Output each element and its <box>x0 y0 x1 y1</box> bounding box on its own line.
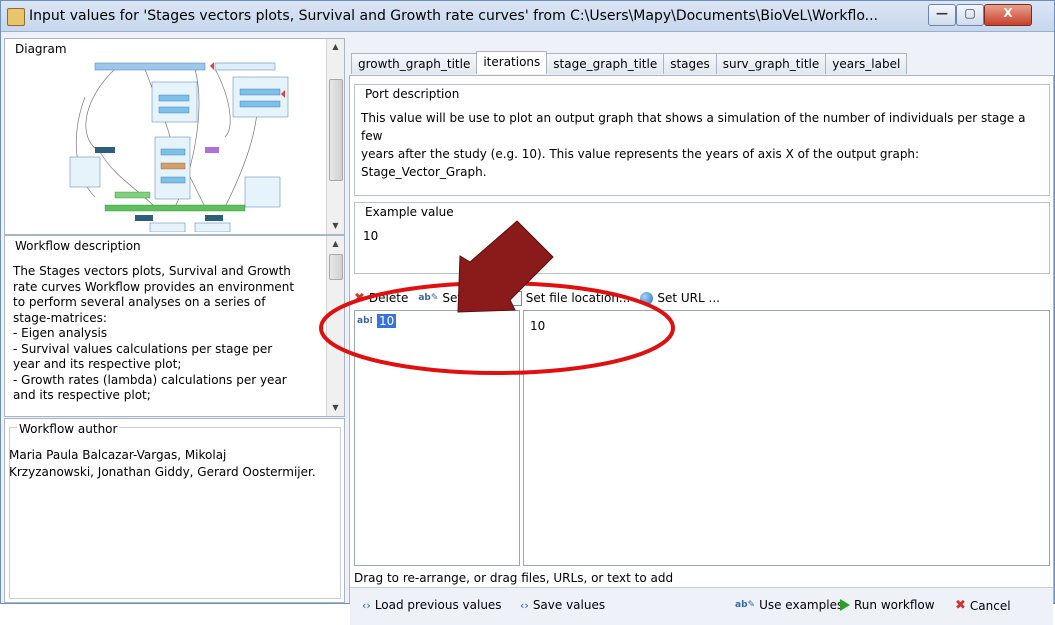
scroll-thumb[interactable] <box>329 254 343 280</box>
scroll-down-icon[interactable]: ▼ <box>327 218 344 234</box>
diagram-title: Diagram <box>13 42 69 56</box>
preview-value: 10 <box>530 319 546 333</box>
scroll-thumb[interactable] <box>329 79 343 181</box>
port-line: years after the study (e.g. 10). This va… <box>361 147 920 179</box>
globe-icon <box>640 291 654 305</box>
save-values-button[interactable]: ‹› Save values <box>520 598 605 612</box>
main-window: Input values for 'Stages vectors plots, … <box>0 0 1055 625</box>
minimize-button[interactable]: — <box>928 4 956 26</box>
scroll-down-icon[interactable]: ▼ <box>327 400 344 416</box>
run-workflow-label: Run workflow <box>854 598 935 612</box>
title-bar: Input values for 'Stages vectors plots, … <box>1 1 1054 32</box>
description-line: rate curves Workflow provides an environ… <box>13 279 295 294</box>
port-tabs: growth_graph_title iterations stage_grap… <box>351 51 908 75</box>
right-column: growth_graph_title iterations stage_grap… <box>349 51 1054 625</box>
set-value-button[interactable]: ab✎ Set value <box>418 291 498 305</box>
workflow-author-text: Maria Paula Balcazar-Vargas, Mikolaj Krz… <box>9 447 339 481</box>
set-url-button[interactable]: Set URL ... <box>640 291 720 305</box>
drag-hint: Drag to re-arrange, or drag files, URLs,… <box>354 571 674 585</box>
port-description-text: This value will be use to plot an output… <box>361 109 1045 181</box>
example-value-box: Example value 10 <box>354 202 1050 274</box>
set-file-location-button[interactable]: Set file location... <box>508 290 631 306</box>
diagram-panel: Diagram ▲ ▼ <box>4 38 345 235</box>
delete-label: Delete <box>368 291 409 305</box>
tab-years-label[interactable]: years_label <box>825 53 908 74</box>
set-url-label: Set URL ... <box>657 291 720 305</box>
delete-icon: ✖ <box>354 290 365 306</box>
app-icon <box>7 8 25 26</box>
tab-surv-graph-title[interactable]: surv_graph_title <box>715 53 827 74</box>
maximize-button[interactable]: ▢ <box>956 4 984 26</box>
workflow-author-panel: Workflow author Maria Paula Balcazar-Var… <box>4 418 345 603</box>
description-line: - Eigen analysis <box>13 326 108 340</box>
run-workflow-button[interactable]: Run workflow <box>840 598 935 612</box>
description-line: year and its respective plot; <box>13 357 182 371</box>
scroll-up-icon[interactable]: ▲ <box>327 39 344 55</box>
close-icon: X <box>1003 6 1013 20</box>
diagram-scrollbar[interactable]: ▲ ▼ <box>326 39 344 234</box>
tab-content: Port description This value will be use … <box>349 75 1054 625</box>
workflow-author-title: Workflow author <box>17 422 120 436</box>
save-values-label: Save values <box>532 598 606 612</box>
scroll-up-icon[interactable]: ▲ <box>327 236 344 252</box>
cancel-icon: ✖ <box>955 598 966 613</box>
author-line: Krzyzanowski, Jonathan Giddy, Gerard Oos… <box>9 465 316 479</box>
port-description-title: Port description <box>363 87 462 101</box>
file-icon <box>508 290 522 306</box>
example-value: 10 <box>363 229 379 243</box>
example-value-title: Example value <box>363 205 456 219</box>
tab-growth-graph-title[interactable]: growth_graph_title <box>351 53 478 74</box>
description-line: stage-matrices: <box>13 310 107 325</box>
set-file-label: Set file location... <box>525 291 631 305</box>
list-item-value[interactable]: 10 <box>376 314 397 328</box>
author-line: Maria Paula Balcazar-Vargas, Mikolaj <box>9 448 227 462</box>
maximize-icon: ▢ <box>964 6 976 20</box>
load-previous-values-button[interactable]: ‹› Load previous values <box>362 598 502 612</box>
minimize-icon: — <box>936 6 948 20</box>
swap-arrows-icon: ‹› <box>520 598 529 612</box>
load-previous-label: Load previous values <box>374 598 502 612</box>
description-line: - Growth rates (lambda) calculations per… <box>13 372 287 387</box>
delete-button[interactable]: ✖ Delete <box>354 291 408 306</box>
swap-arrows-icon: ‹› <box>362 598 371 612</box>
use-examples-button[interactable]: ab✎ Use examples <box>735 598 843 612</box>
use-examples-label: Use examples <box>759 598 844 612</box>
description-scrollbar[interactable]: ▲ ▼ <box>326 236 344 416</box>
tab-stage-graph-title[interactable]: stage_graph_title <box>546 53 665 74</box>
tab-iterations[interactable]: iterations <box>476 51 548 74</box>
description-line: and its respective plot; <box>13 388 151 402</box>
cancel-label: Cancel <box>969 598 1011 613</box>
tab-stages[interactable]: stages <box>663 53 717 74</box>
abc-icon: ab✎ <box>418 293 439 303</box>
list-item[interactable]: ab⁞ 10 <box>357 314 397 328</box>
workflow-description-title: Workflow description <box>13 239 143 253</box>
value-preview[interactable]: 10 <box>523 310 1050 566</box>
window-title: Input values for 'Stages vectors plots, … <box>29 8 878 24</box>
workflow-description-panel: Workflow description The Stages vectors … <box>4 235 345 417</box>
play-icon <box>840 599 850 611</box>
set-value-label: Set value <box>442 291 499 305</box>
abc-icon: ab⁞ <box>357 316 373 326</box>
values-list[interactable]: ab⁞ 10 <box>354 310 520 566</box>
workflow-description-text: The Stages vectors plots, Survival and G… <box>13 264 323 404</box>
bottom-bar: ‹› Load previous values ‹› Save values ab✎… <box>350 587 1053 625</box>
description-line: The Stages vectors plots, Survival and G… <box>13 264 291 278</box>
port-description-box: Port description This value will be use … <box>354 84 1050 196</box>
cancel-button[interactable]: ✖ Cancel <box>955 598 1011 613</box>
port-line: This value will be use to plot an output… <box>361 111 1026 143</box>
abc-icon: ab✎ <box>735 600 756 610</box>
description-line: - Survival values calculations per stage… <box>13 341 273 356</box>
values-toolbar: ✖ Delete ab✎ Set value Set file location..… <box>354 288 1048 308</box>
close-button[interactable]: X <box>984 4 1032 26</box>
workflow-diagram-thumbnail[interactable] <box>55 57 325 232</box>
left-column: Diagram ▲ ▼ Workflow description The Sta… <box>4 38 345 603</box>
description-line: to perform several analyses on a series … <box>13 295 266 309</box>
